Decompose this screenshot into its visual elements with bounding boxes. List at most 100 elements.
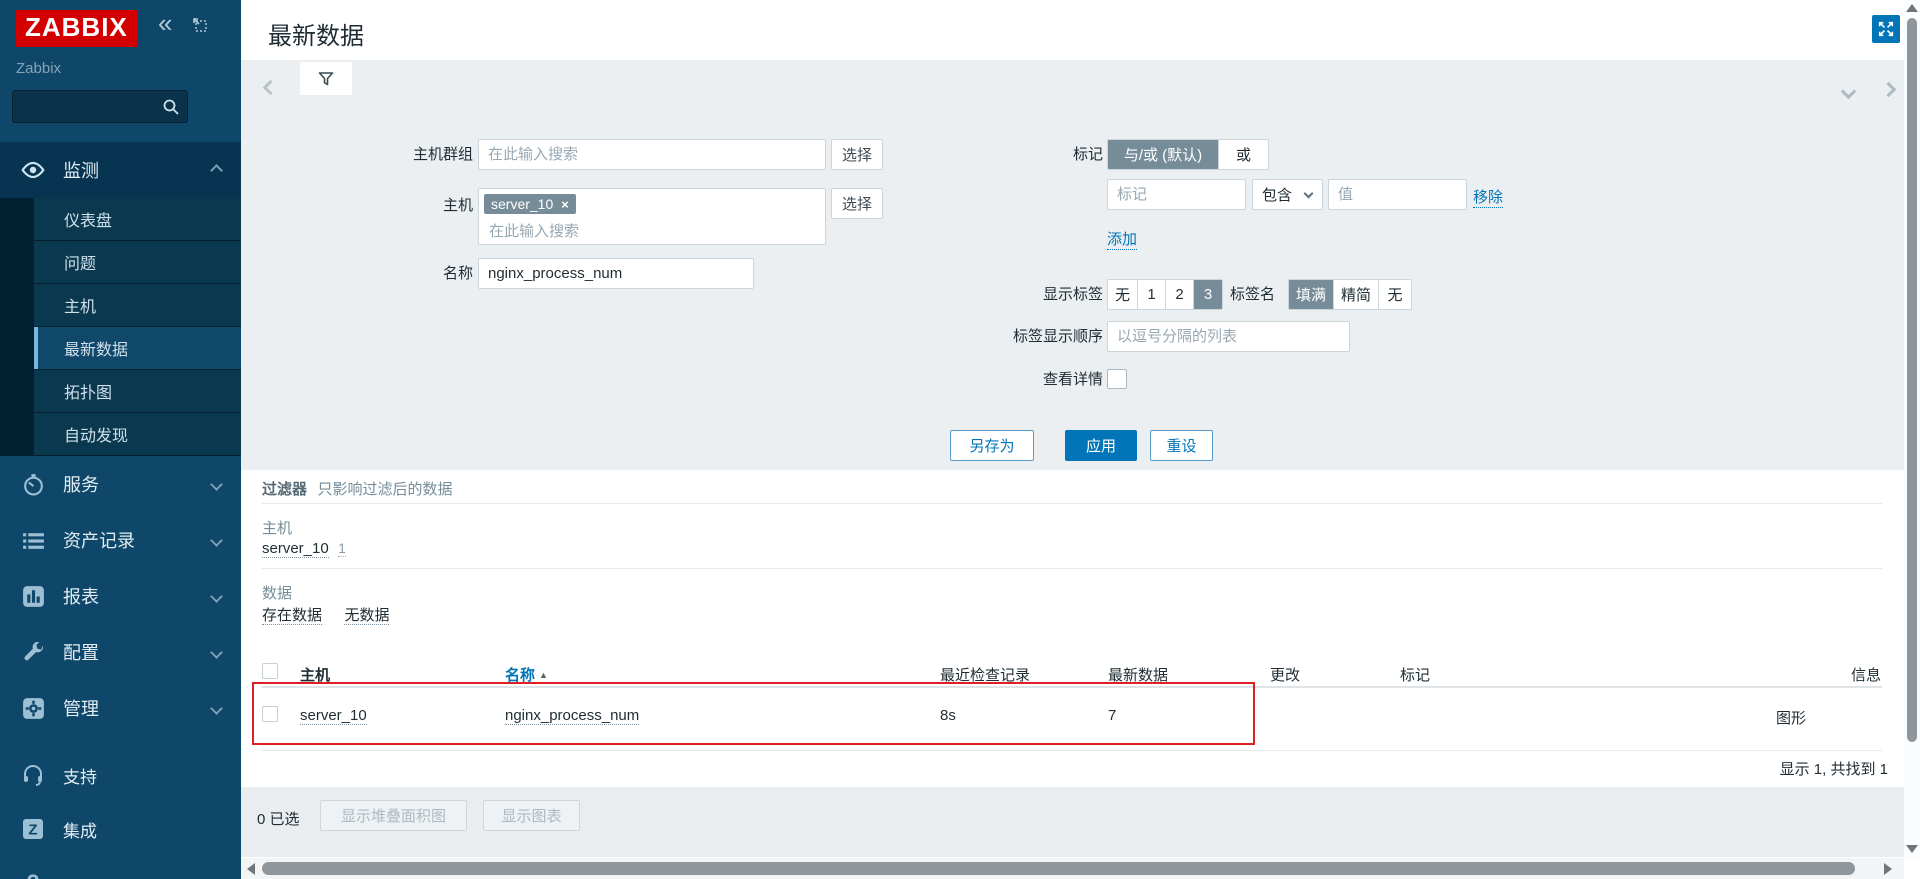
tags-mode-or[interactable]: 或 <box>1219 140 1268 169</box>
sidebar-item-latest-data[interactable]: 最新数据 <box>34 327 241 370</box>
subfilter-host-row: server_10 1 <box>262 540 346 558</box>
sidebar-item-integrations[interactable]: Z 集成 <box>0 802 241 856</box>
sidebar-item-problems[interactable]: 问题 <box>34 241 241 284</box>
tag-add-link[interactable]: 添加 <box>1107 228 1137 250</box>
tab-scroll-left-icon[interactable] <box>263 80 279 96</box>
subfilter-heading: 过滤器 只影响过滤后的数据 <box>262 478 452 499</box>
tag-display-label: 标签名 <box>1230 279 1275 310</box>
sidebar-undock-icon[interactable] <box>192 17 208 38</box>
divider <box>262 503 1882 504</box>
sidebar-item-administration[interactable]: 管理 <box>0 680 241 736</box>
host-multiselect[interactable]: server_10 × 在此输入搜索 <box>478 188 826 245</box>
sidebar-item-maps[interactable]: 拓扑图 <box>34 370 241 413</box>
without-data-link[interactable]: 无数据 <box>344 607 389 625</box>
tag-priority-input[interactable] <box>1108 322 1349 351</box>
select-all-checkbox[interactable] <box>262 663 278 679</box>
horizontal-scrollbar[interactable] <box>241 858 1904 879</box>
show-tags-1[interactable]: 1 <box>1138 280 1166 309</box>
apply-button[interactable]: 应用 <box>1065 430 1137 461</box>
show-graph-button[interactable]: 显示图表 <box>483 800 580 831</box>
tag-value-input[interactable] <box>1329 180 1466 209</box>
sidebar-item-label: 服务 <box>63 471 99 497</box>
chevron-up-icon <box>210 164 223 177</box>
sidebar-item-support[interactable]: 支持 <box>0 748 241 802</box>
filter-tab[interactable] <box>300 62 352 95</box>
tag-display-none[interactable]: 无 <box>1379 280 1411 309</box>
row-last-check: 8s <box>940 707 956 724</box>
sidebar-item-monitoring[interactable]: 监测 <box>0 142 241 198</box>
tags-mode-andor[interactable]: 与/或 (默认) <box>1108 140 1219 169</box>
result-count: 显示 1, 共找到 1 <box>1641 758 1888 779</box>
sidebar-item-label: 报表 <box>63 583 99 609</box>
sidebar-item-configuration[interactable]: 配置 <box>0 624 241 680</box>
horizontal-scrollbar-thumb[interactable] <box>262 862 1855 875</box>
sidebar-item-discovery[interactable]: 自动发现 <box>34 413 241 456</box>
subfilter-title: 过滤器 <box>262 481 307 498</box>
page-title: 最新数据 <box>268 16 364 51</box>
vertical-scrollbar[interactable] <box>1904 0 1920 858</box>
gear-icon <box>20 696 46 721</box>
name-input[interactable] <box>479 259 753 288</box>
reset-button[interactable]: 重设 <box>1150 430 1213 461</box>
tag-priority-input-wrap <box>1107 321 1350 352</box>
sidebar-item-reports[interactable]: 报表 <box>0 568 241 624</box>
list-icon <box>20 528 46 553</box>
search-input[interactable] <box>21 93 159 120</box>
host-label: 主机 <box>241 190 473 221</box>
scroll-down-arrow-icon[interactable] <box>1906 845 1918 853</box>
scroll-right-arrow-icon[interactable] <box>1884 863 1892 875</box>
column-header-host[interactable]: 主机 <box>300 664 330 685</box>
tag-display-full[interactable]: 填满 <box>1289 280 1334 309</box>
name-label: 名称 <box>241 258 473 289</box>
sidebar-search[interactable] <box>12 90 188 123</box>
tag-display-segmented: 填满 精简 无 <box>1288 279 1412 310</box>
subfilter-host-link[interactable]: server_10 <box>262 540 329 558</box>
zabbix-logo: ZABBIX <box>16 10 137 47</box>
row-checkbox[interactable] <box>262 706 278 722</box>
sidebar: ZABBIX « Zabbix 监测 仪表盘 问题 主机 最新数据 拓扑图 自动… <box>0 0 241 879</box>
chevron-down-icon <box>1304 189 1314 199</box>
host-group-label: 主机群组 <box>241 139 473 170</box>
sidebar-item-hosts[interactable]: 主机 <box>34 284 241 327</box>
divider <box>262 568 1882 569</box>
scroll-up-arrow-icon[interactable] <box>1906 4 1918 12</box>
with-data-link[interactable]: 存在数据 <box>262 607 322 625</box>
save-as-button[interactable]: 另存为 <box>950 430 1034 461</box>
column-header-last-check: 最近检查记录 <box>940 664 1030 685</box>
search-icon[interactable] <box>162 98 180 121</box>
tag-remove-link[interactable]: 移除 <box>1473 186 1503 208</box>
host-chip: server_10 × <box>484 194 576 214</box>
bar-chart-icon <box>20 584 46 609</box>
host-group-input[interactable] <box>479 140 825 169</box>
row-item-name-link[interactable]: nginx_process_num <box>505 707 639 725</box>
show-stacked-graph-button[interactable]: 显示堆叠面积图 <box>320 800 467 831</box>
sidebar-item-help[interactable]: ? <box>0 856 241 879</box>
sidebar-item-services[interactable]: 服务 <box>0 456 241 512</box>
filter-collapse-icon[interactable] <box>1841 84 1857 100</box>
host-select-button[interactable]: 选择 <box>831 188 883 219</box>
main-content: 最新数据 主机群组 选择 主机 server_10 × 在此输入搜索 选择 名称 <box>241 0 1920 879</box>
column-header-name[interactable]: 名称▲ <box>505 664 548 685</box>
tag-display-shortened[interactable]: 精简 <box>1334 280 1379 309</box>
vertical-scrollbar-thumb[interactable] <box>1907 18 1917 742</box>
tag-name-input[interactable] <box>1108 180 1245 209</box>
chevron-down-icon <box>210 590 223 603</box>
show-tags-3[interactable]: 3 <box>1194 280 1222 309</box>
kiosk-mode-button[interactable] <box>1872 15 1900 43</box>
submenu-label: 最新数据 <box>64 336 128 360</box>
column-header-name-link[interactable]: 名称 <box>505 667 535 684</box>
show-tags-2[interactable]: 2 <box>1166 280 1194 309</box>
row-host-link[interactable]: server_10 <box>300 707 367 725</box>
row-graph-link[interactable]: 图形 <box>1736 707 1806 728</box>
subfilter-data-row: 存在数据 无数据 <box>262 604 389 625</box>
sidebar-collapse-icon[interactable]: « <box>158 10 172 36</box>
tab-scroll-right-icon[interactable] <box>1881 82 1897 98</box>
show-tags-none[interactable]: 无 <box>1108 280 1138 309</box>
sidebar-item-inventory[interactable]: 资产记录 <box>0 512 241 568</box>
chip-remove-icon[interactable]: × <box>561 197 569 212</box>
sidebar-item-dashboard[interactable]: 仪表盘 <box>34 198 241 241</box>
sidebar-item-label: 资产记录 <box>63 527 135 553</box>
tag-operator-select[interactable]: 包含 <box>1252 179 1323 210</box>
scroll-left-arrow-icon[interactable] <box>247 863 255 875</box>
show-details-checkbox[interactable] <box>1107 369 1127 389</box>
